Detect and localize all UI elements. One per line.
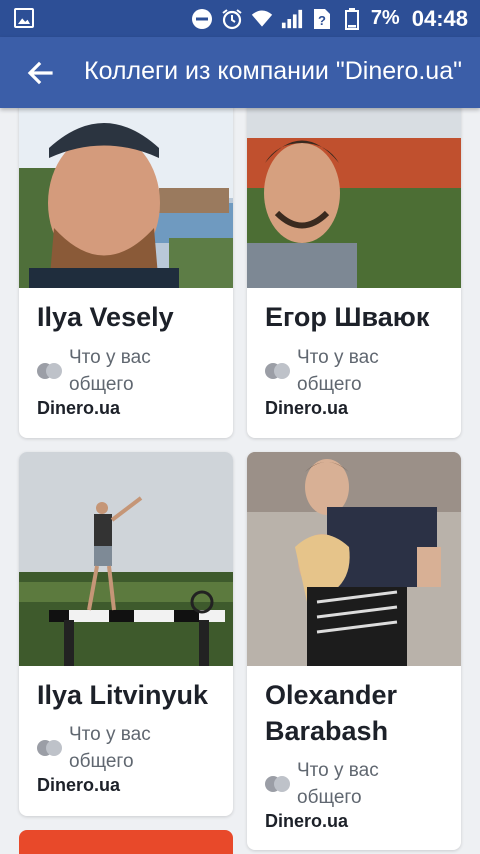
person-card[interactable]: Olexander Barabash Что у вас общего Dine… xyxy=(247,452,461,850)
profile-photo[interactable] xyxy=(19,108,233,288)
mutual-connections[interactable]: Что у вас общего xyxy=(37,721,179,775)
mutual-label: Что у вас общего xyxy=(297,347,379,395)
mutual-friends-icon xyxy=(37,363,63,379)
clock-time: 04:48 xyxy=(411,5,468,31)
company-name: Dinero.ua xyxy=(37,398,121,418)
mutual-label: Что у вас общего xyxy=(69,347,151,395)
mutual-connections[interactable]: Что у вас общего xyxy=(265,344,407,398)
mutual-friends-icon xyxy=(265,776,291,792)
alarm-icon xyxy=(221,8,243,30)
mutual-connections[interactable]: Что у вас общего xyxy=(37,344,179,398)
signal-icon xyxy=(281,8,303,30)
person-name[interactable]: Olexander Barabash xyxy=(265,677,455,749)
mutual-friends-icon xyxy=(37,740,63,756)
arrow-left-icon xyxy=(27,61,53,85)
company-name: Dinero.ua xyxy=(265,811,349,831)
person-name[interactable]: Ilya Litvinyuk xyxy=(37,677,208,713)
image-icon xyxy=(14,8,34,28)
page-title: Коллеги из компании "Dinero.ua" xyxy=(84,57,462,85)
company-name: Dinero.ua xyxy=(37,775,121,795)
do-not-disturb-icon xyxy=(191,8,213,30)
company-name: Dinero.ua xyxy=(265,398,349,418)
svg-text:?: ? xyxy=(318,13,326,28)
person-name[interactable]: Егор Шваюк xyxy=(265,299,429,335)
battery-icon xyxy=(341,7,363,30)
mutual-connections[interactable]: Что у вас общего xyxy=(265,757,407,811)
person-card[interactable]: Ilya Litvinyuk Что у вас общего Dinero.u… xyxy=(19,452,233,816)
profile-photo[interactable] xyxy=(247,452,461,666)
profile-photo[interactable] xyxy=(19,452,233,666)
profile-photo[interactable] xyxy=(247,108,461,288)
person-card[interactable]: Ilya Vesely Что у вас общего Dinero.ua xyxy=(19,96,233,438)
wifi-icon xyxy=(251,8,273,30)
mutual-label: Что у вас общего xyxy=(69,724,151,772)
mutual-label: Что у вас общего xyxy=(297,760,379,808)
no-sim-icon: ? xyxy=(311,8,333,30)
back-button[interactable] xyxy=(20,57,60,89)
next-card-partial[interactable] xyxy=(19,830,233,854)
status-bar: ? 7% 04:48 xyxy=(0,0,480,37)
person-name[interactable]: Ilya Vesely xyxy=(37,299,174,335)
mutual-friends-icon xyxy=(265,363,291,379)
person-card[interactable]: Егор Шваюк Что у вас общего Dinero.ua xyxy=(247,96,461,438)
app-bar: Коллеги из компании "Dinero.ua" xyxy=(0,37,480,108)
battery-percent: 7% xyxy=(370,7,400,29)
